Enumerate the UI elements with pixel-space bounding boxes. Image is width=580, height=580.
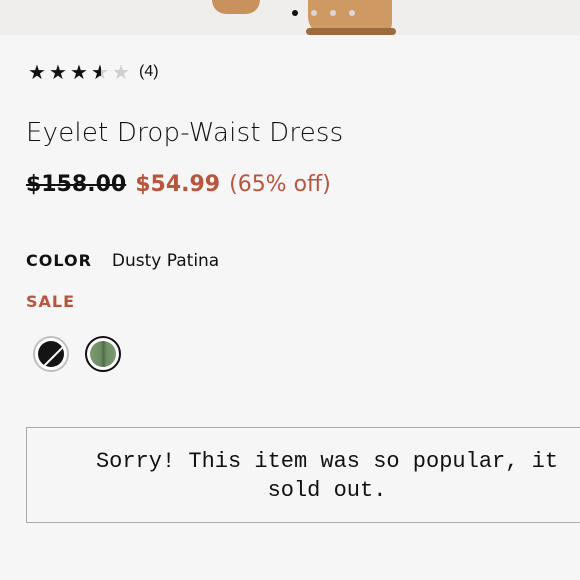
swatch-color (90, 341, 116, 367)
carousel-dot-1[interactable] (292, 10, 298, 16)
sale-label: SALE (26, 292, 76, 311)
carousel-dot-4[interactable] (349, 10, 355, 16)
swatch-dusty-patina-selected[interactable] (85, 336, 121, 372)
sold-out-notice: Sorry! This item was so popular, it sold… (26, 427, 580, 523)
swatch-black-unavailable[interactable] (33, 336, 69, 372)
star-half-icon: ★ (91, 62, 110, 82)
star-full-icon: ★ (70, 60, 88, 84)
product-image-carousel[interactable] (0, 0, 580, 35)
carousel-dot-3[interactable] (330, 10, 336, 16)
original-price: $158.00 (26, 172, 127, 197)
unavailable-slash-icon (39, 341, 64, 367)
product-image-sole (306, 28, 396, 35)
sold-out-message-line-2: sold out. (267, 478, 387, 503)
color-swatches (33, 336, 121, 372)
sold-out-message-line-1: Sorry! This item was so popular, it (95, 449, 559, 474)
sale-price: $54.99 (135, 172, 221, 197)
carousel-dots (292, 10, 355, 16)
selected-color-name: Dusty Patina (111, 251, 220, 271)
discount-label: (65% off) (229, 172, 331, 197)
price-row: $158.00 $54.99 (65% off) (26, 172, 331, 197)
carousel-dot-2[interactable] (311, 10, 317, 16)
star-full-icon: ★ (28, 60, 46, 84)
product-title: Eyelet Drop-Waist Dress (26, 118, 344, 148)
star-full-icon: ★ (49, 60, 67, 84)
swatch-color (38, 341, 64, 367)
color-selection-row: COLOR Dusty Patina (26, 251, 219, 271)
sold-out-message: Sorry! This item was so popular, it sold… (27, 428, 580, 505)
product-rating[interactable]: ★ ★ ★ ★ ★ (4) (28, 62, 159, 82)
review-count[interactable]: (4) (139, 63, 159, 81)
product-image-left-sandal (212, 0, 260, 14)
star-empty-icon: ★ (112, 60, 130, 84)
color-label: COLOR (26, 251, 92, 270)
star-rating: ★ ★ ★ ★ ★ (28, 62, 131, 82)
